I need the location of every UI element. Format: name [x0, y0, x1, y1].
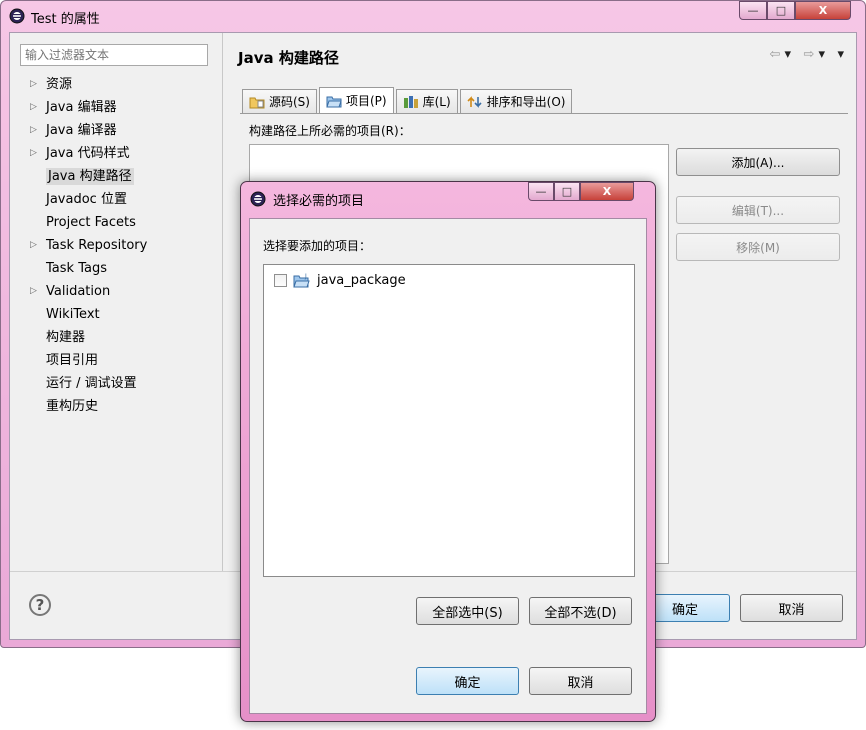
main-titlebar[interactable]: Test 的属性 — □ X — [1, 1, 865, 32]
tree-item-java-compiler[interactable]: ▷ Java 编译器 — [10, 119, 222, 142]
forward-menu-chevron-icon[interactable]: ▾ — [819, 47, 826, 62]
required-projects-label: 构建路径上所必需的项目(R)： — [249, 124, 411, 138]
select-required-projects-dialog: 选择必需的项目 — □ X 选择要添加的项目： J java_package 全… — [240, 181, 656, 722]
svg-text:J: J — [304, 273, 307, 280]
expand-arrow-icon[interactable]: ▷ — [30, 142, 37, 165]
property-tree: ▷ 资源 ▷ Java 编辑器 ▷ Java 编译器 ▷ Java 代码样式 Java … — [10, 73, 222, 418]
project-folder-icon — [326, 96, 342, 107]
minimize-button[interactable]: — — [739, 1, 767, 20]
select-projects-label: 选择要添加的项目： — [263, 239, 372, 253]
tree-item-java-code-style[interactable]: ▷ Java 代码样式 — [10, 142, 222, 165]
tree-item-resource[interactable]: ▷ 资源 — [10, 73, 222, 96]
tree-item-task-repository[interactable]: ▷ Task Repository — [10, 234, 222, 257]
tree-item-builders[interactable]: 构建器 — [10, 326, 222, 349]
dialog-client-area: 选择要添加的项目： J java_package 全部选中(S) 全部不选(D)… — [249, 218, 647, 714]
library-icon — [403, 95, 418, 108]
tree-item-project-facets[interactable]: Project Facets — [10, 211, 222, 234]
dialog-title: 选择必需的项目 — [273, 194, 365, 209]
dialog-minimize-button[interactable]: — — [528, 182, 554, 201]
back-menu-chevron-icon[interactable]: ▾ — [785, 47, 792, 62]
remove-button[interactable]: 移除(M) — [676, 233, 840, 261]
add-button[interactable]: 添加(A)... — [676, 148, 840, 176]
project-checkbox[interactable] — [274, 273, 287, 287]
sash-divider[interactable] — [222, 33, 223, 571]
page-navigation: ⇦ ▾ ⇨ ▾ ▾ — [770, 47, 845, 62]
project-name: java_package — [317, 272, 406, 288]
java-project-icon: J — [293, 273, 310, 287]
tree-item-project-references[interactable]: 项目引用 — [10, 349, 222, 372]
edit-button[interactable]: 编辑(T)... — [676, 196, 840, 224]
expand-arrow-icon[interactable]: ▷ — [30, 119, 37, 142]
list-item[interactable]: J java_package — [274, 271, 406, 289]
eclipse-app-icon — [250, 191, 266, 207]
project-checklist[interactable]: J java_package — [263, 264, 635, 577]
deselect-all-button[interactable]: 全部不选(D) — [529, 597, 632, 625]
forward-arrow-icon[interactable]: ⇨ — [803, 47, 814, 62]
help-icon[interactable]: ? — [29, 594, 51, 616]
tree-item-java-editor[interactable]: ▷ Java 编辑器 — [10, 96, 222, 119]
page-title: Java 构建路径 — [238, 49, 339, 67]
tree-item-validation[interactable]: ▷ Validation — [10, 280, 222, 303]
eclipse-app-icon — [9, 8, 25, 24]
tab-order-export[interactable]: 排序和导出(O) — [459, 89, 573, 113]
close-button[interactable]: X — [795, 1, 851, 20]
select-all-button[interactable]: 全部选中(S) — [416, 597, 519, 625]
expand-arrow-icon[interactable]: ▷ — [30, 73, 37, 96]
order-export-icon — [467, 95, 482, 108]
tab-libraries[interactable]: 库(L) — [395, 89, 458, 113]
dialog-ok-button[interactable]: 确定 — [416, 667, 519, 695]
cancel-button[interactable]: 取消 — [740, 594, 843, 622]
tab-projects[interactable]: 项目(P) — [318, 87, 394, 113]
source-folder-icon — [249, 97, 265, 108]
back-arrow-icon[interactable]: ⇦ — [770, 47, 781, 62]
window-title: Test 的属性 — [31, 12, 100, 27]
expand-arrow-icon[interactable]: ▷ — [30, 280, 37, 303]
tree-item-task-tags[interactable]: Task Tags — [10, 257, 222, 280]
build-path-tabs: 源码(S) 项目(P) 库(L) 排序和导出(O) — [242, 87, 574, 113]
dialog-titlebar[interactable]: 选择必需的项目 — □ X — [241, 182, 655, 212]
tree-item-wikitext[interactable]: WikiText — [10, 303, 222, 326]
tree-item-refactoring-history[interactable]: 重构历史 — [10, 395, 222, 418]
expand-arrow-icon[interactable]: ▷ — [30, 96, 37, 119]
tree-item-javadoc-location[interactable]: Javadoc 位置 — [10, 188, 222, 211]
expand-arrow-icon[interactable]: ▷ — [30, 234, 37, 257]
dialog-cancel-button[interactable]: 取消 — [529, 667, 632, 695]
tab-source[interactable]: 源码(S) — [242, 89, 317, 113]
dialog-close-button[interactable]: X — [580, 182, 634, 201]
tree-item-java-build-path[interactable]: Java 构建路径 — [10, 165, 222, 188]
view-menu-icon[interactable]: ▾ — [837, 47, 844, 62]
tree-item-run-debug-settings[interactable]: 运行 / 调试设置 — [10, 372, 222, 395]
maximize-button[interactable]: □ — [767, 1, 795, 20]
filter-input[interactable] — [20, 44, 208, 66]
dialog-maximize-button[interactable]: □ — [554, 182, 580, 201]
